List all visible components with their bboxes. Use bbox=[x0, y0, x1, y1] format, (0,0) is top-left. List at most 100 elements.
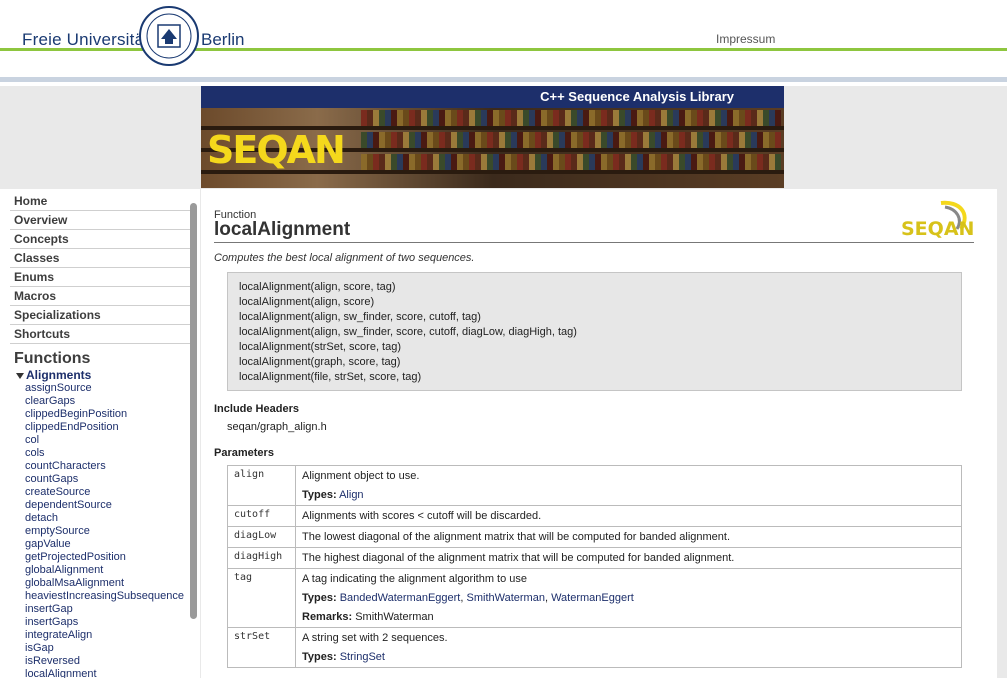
sidebar-function-link[interactable]: globalAlignment bbox=[25, 564, 200, 577]
param-description: Alignments with scores < cutoff will be … bbox=[302, 510, 542, 522]
sidebar-function-link[interactable]: assignSource bbox=[25, 382, 200, 395]
sidebar-function-link[interactable]: dependentSource bbox=[25, 499, 200, 512]
book bbox=[775, 154, 781, 170]
signature-line: localAlignment(file, strSet, score, tag) bbox=[239, 371, 422, 383]
param-description-cell: The lowest diagonal of the alignment mat… bbox=[295, 526, 962, 548]
sidebar-function-link[interactable]: detach bbox=[25, 512, 200, 525]
sidebar-nav: Home Overview Concepts Classes Enums Macros Sp… bbox=[0, 192, 200, 344]
sidebar-function-link[interactable]: isReversed bbox=[25, 655, 200, 668]
signature-line: localAlignment(align, score, tag) bbox=[239, 281, 396, 293]
type-link[interactable]: BandedWatermanEggert bbox=[340, 592, 461, 604]
signature-line: localAlignment(align, sw_finder, score, … bbox=[239, 311, 481, 323]
table-row: strSet A string set with 2 sequences. Type… bbox=[227, 627, 962, 668]
type-link[interactable]: SmithWaterman bbox=[467, 592, 545, 604]
sidebar-function-link[interactable]: getProjectedPosition bbox=[25, 551, 200, 564]
param-types: Types: StringSet bbox=[302, 650, 955, 664]
signature-line: localAlignment(strSet, score, tag) bbox=[239, 341, 402, 353]
sidebar-group-alignments[interactable]: Alignments bbox=[16, 368, 200, 382]
sidebar-function-link[interactable]: isGap bbox=[25, 642, 200, 655]
sidebar-function-link[interactable]: col bbox=[25, 434, 200, 447]
sidebar-function-link[interactable]: clearGaps bbox=[25, 395, 200, 408]
types-label: Types: bbox=[302, 592, 337, 604]
type-link[interactable]: Align bbox=[339, 489, 363, 501]
sidebar-item-shortcuts[interactable]: Shortcuts bbox=[10, 325, 190, 344]
sidebar-item-macros[interactable]: Macros bbox=[10, 287, 190, 306]
types-label: Types: bbox=[302, 489, 337, 501]
sidebar-item-overview[interactable]: Overview bbox=[10, 211, 190, 230]
param-types: Types: BandedWatermanEggert, SmithWaterm… bbox=[302, 592, 634, 604]
param-description: The highest diagonal of the alignment ma… bbox=[302, 552, 735, 564]
include-header-value: seqan/graph_align.h bbox=[227, 421, 327, 433]
sidebar-item-classes[interactable]: Classes bbox=[10, 249, 190, 268]
sidebar-function-link[interactable]: clippedBeginPosition bbox=[25, 408, 200, 421]
type-link[interactable]: WatermanEggert bbox=[551, 592, 634, 604]
sidebar-function-link[interactable]: countCharacters bbox=[25, 460, 200, 473]
sidebar-function-link[interactable]: insertGaps bbox=[25, 616, 200, 629]
seqan-small-logo-icon: SEQAN bbox=[901, 200, 973, 240]
parameters-heading: Parameters bbox=[214, 447, 274, 459]
sidebar-function-link[interactable]: clippedEndPosition bbox=[25, 421, 200, 434]
param-description-cell: A string set with 2 sequences. Types: Str… bbox=[295, 627, 962, 668]
include-headers-heading: Include Headers bbox=[214, 403, 299, 415]
sidebar-function-link[interactable]: heaviestIncreasingSubsequence bbox=[25, 590, 200, 603]
table-row: diagLow The lowest diagonal of the alignm… bbox=[227, 526, 962, 548]
param-description: A tag indicating the alignment algorithm… bbox=[302, 573, 528, 585]
param-description-cell: A tag indicating the alignment algorithm… bbox=[295, 568, 962, 628]
title-underline bbox=[214, 242, 974, 243]
page-title: localAlignment bbox=[214, 219, 351, 240]
types-label: Types: bbox=[302, 651, 337, 663]
main-content: Function localAlignment SEQAN Computes t… bbox=[201, 189, 997, 678]
sidebar-function-link[interactable]: createSource bbox=[25, 486, 200, 499]
seqan-logo: SEQAN bbox=[207, 128, 346, 172]
remarks-label: Remarks: bbox=[302, 611, 353, 623]
sidebar-function-link[interactable]: integrateAlign bbox=[25, 629, 200, 642]
university-name-right: Berlin bbox=[201, 30, 245, 49]
sidebar-group-label: Alignments bbox=[26, 368, 92, 382]
university-name-left: Freie Universität bbox=[22, 30, 150, 49]
table-row: diagHigh The highest diagonal of the alig… bbox=[227, 547, 962, 569]
signature-line: localAlignment(graph, score, tag) bbox=[239, 356, 401, 368]
svg-text:SEQAN: SEQAN bbox=[901, 218, 973, 240]
param-name: diagHigh bbox=[227, 547, 296, 569]
sidebar-function-link[interactable]: gapValue bbox=[25, 538, 200, 551]
sidebar-function-link[interactable]: globalMsaAlignment bbox=[25, 577, 200, 590]
param-name: diagLow bbox=[227, 526, 296, 548]
remarks-value: SmithWaterman bbox=[355, 611, 434, 623]
window-right-edge bbox=[997, 86, 1007, 678]
function-summary: Computes the best local alignment of two… bbox=[214, 252, 475, 264]
sidebar-function-link[interactable]: localAlignment bbox=[25, 668, 200, 678]
param-description: Alignment object to use. bbox=[302, 470, 420, 482]
impressum-link[interactable]: Impressum bbox=[716, 32, 775, 46]
table-row: tag A tag indicating the alignment algori… bbox=[227, 568, 962, 628]
sidebar: Home Overview Concepts Classes Enums Macros Sp… bbox=[0, 189, 200, 678]
sidebar-function-link[interactable]: emptySource bbox=[25, 525, 200, 538]
sidebar-function-list: assignSource clearGaps clippedBeginPositio… bbox=[0, 382, 200, 678]
triangle-down-icon[interactable] bbox=[16, 372, 24, 379]
signature-line: localAlignment(align, score) bbox=[239, 296, 375, 308]
sidebar-functions-heading: Functions bbox=[14, 350, 91, 367]
param-name: tag bbox=[227, 568, 296, 628]
sidebar-function-link[interactable]: cols bbox=[25, 447, 200, 460]
sidebar-item-specializations[interactable]: Specializations bbox=[10, 306, 190, 325]
parameters-table: align Alignment object to use. Types: Alig… bbox=[227, 465, 962, 668]
sidebar-function-link[interactable]: insertGap bbox=[25, 603, 200, 616]
param-description: The lowest diagonal of the alignment mat… bbox=[302, 531, 731, 543]
sidebar-function-link[interactable]: countGaps bbox=[25, 473, 200, 486]
table-row: align Alignment object to use. Types: Alig… bbox=[227, 465, 962, 506]
param-name: align bbox=[227, 465, 296, 506]
type-link[interactable]: StringSet bbox=[340, 651, 385, 663]
sidebar-item-enums[interactable]: Enums bbox=[10, 268, 190, 287]
university-header: Freie Universität Berlin Impressum bbox=[0, 0, 1007, 86]
university-seal-icon[interactable] bbox=[138, 5, 200, 67]
param-description-cell: Alignment object to use. Types: Align bbox=[295, 465, 962, 506]
signature-box: localAlignment(align, score, tag) localAl… bbox=[227, 272, 962, 391]
param-description: A string set with 2 sequences. bbox=[302, 632, 448, 644]
sidebar-scrollbar[interactable] bbox=[190, 203, 197, 619]
param-remarks: Remarks: SmithWaterman bbox=[302, 610, 955, 624]
book bbox=[775, 132, 781, 148]
sidebar-item-concepts[interactable]: Concepts bbox=[10, 230, 190, 249]
signature-line: localAlignment(align, sw_finder, score, … bbox=[239, 326, 577, 338]
table-row: cutoff Alignments with scores < cutoff wi… bbox=[227, 505, 962, 527]
banner-title: C++ Sequence Analysis Library bbox=[201, 86, 784, 108]
sidebar-item-home[interactable]: Home bbox=[10, 192, 190, 211]
